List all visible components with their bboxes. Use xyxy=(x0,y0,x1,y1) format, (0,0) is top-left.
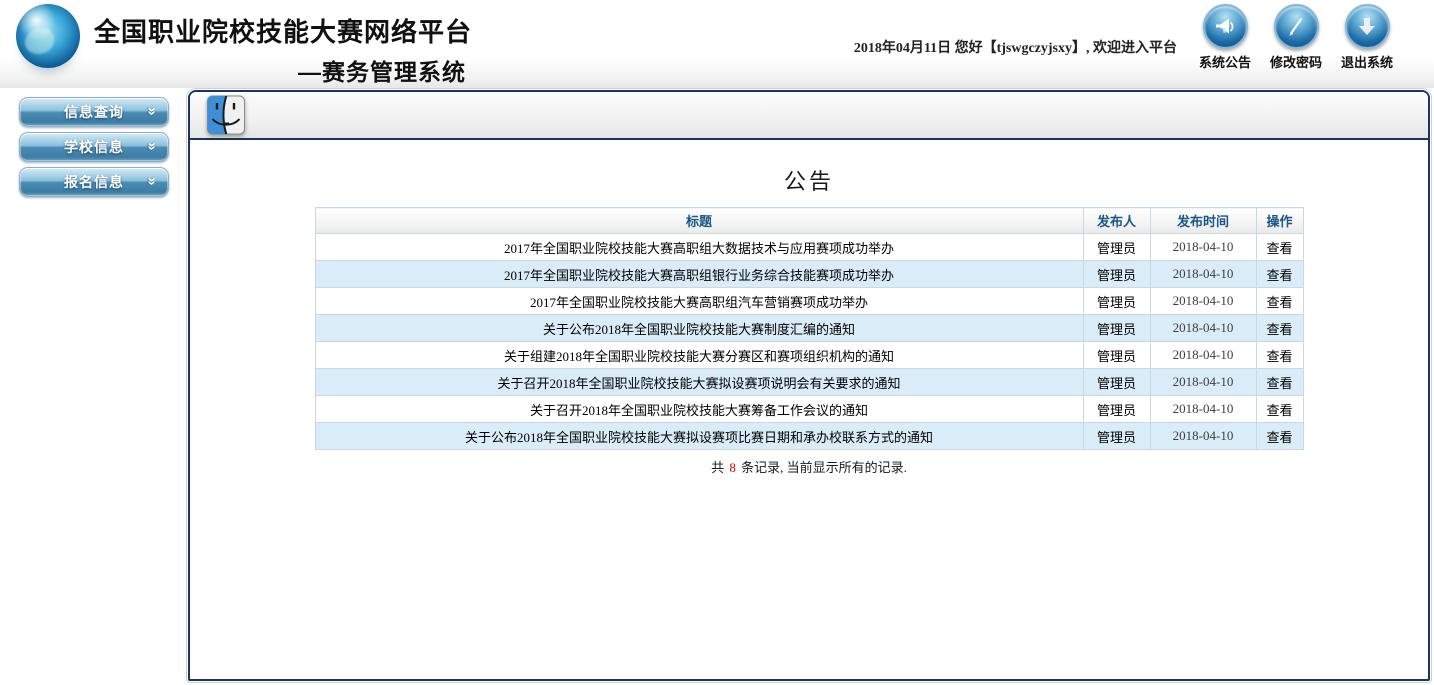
system-announcement-label: 系统公告 xyxy=(1199,52,1251,71)
view-link[interactable]: 查看 xyxy=(1256,234,1303,261)
pen-icon xyxy=(1274,4,1319,49)
table-row: 2017年全国职业院校技能大赛高职组汽车营销赛项成功举办 管理员 2018-04… xyxy=(315,288,1303,315)
announcement-publisher: 管理员 xyxy=(1083,396,1150,423)
announcement-title: 关于召开2018年全国职业院校技能大赛拟设赛项说明会有关要求的通知 xyxy=(315,369,1083,396)
sidebar-item-school-info[interactable]: 学校信息 » xyxy=(19,132,169,162)
table-header-row: 标题 发布人 发布时间 操作 xyxy=(315,208,1303,234)
finder-face-icon xyxy=(206,94,246,136)
view-link[interactable]: 查看 xyxy=(1256,342,1303,369)
page: 全国职业院校技能大赛网络平台 —赛务管理系统 2018年04月11日 您好【tj… xyxy=(0,0,1434,685)
table-row: 2017年全国职业院校技能大赛高职组银行业务综合技能赛项成功举办 管理员 201… xyxy=(315,261,1303,288)
column-header-publish-time: 发布时间 xyxy=(1150,208,1256,234)
announcement-date: 2018-04-10 xyxy=(1150,288,1256,315)
announcement-date: 2018-04-10 xyxy=(1150,261,1256,288)
announcement-table: 标题 发布人 发布时间 操作 2017年全国职业院校技能大赛高职组大数据技术与应… xyxy=(315,207,1304,450)
main-panel: 公告 标题 发布人 发布时间 操作 2017年全国职业院校技能大赛高职组大数据技… xyxy=(188,90,1430,681)
sidebar-item-label: 学校信息 xyxy=(64,137,124,157)
table-row: 关于召开2018年全国职业院校技能大赛拟设赛项说明会有关要求的通知 管理员 20… xyxy=(315,369,1303,396)
megaphone-icon xyxy=(1203,4,1248,49)
announcement-publisher: 管理员 xyxy=(1083,261,1150,288)
announcement-title: 关于公布2018年全国职业院校技能大赛制度汇编的通知 xyxy=(315,315,1083,342)
view-link[interactable]: 查看 xyxy=(1256,261,1303,288)
records-count: 8 xyxy=(727,460,738,475)
column-header-operation: 操作 xyxy=(1256,208,1303,234)
table-row: 关于公布2018年全国职业院校技能大赛制度汇编的通知 管理员 2018-04-1… xyxy=(315,315,1303,342)
announcement-title: 关于组建2018年全国职业院校技能大赛分赛区和赛项组织机构的通知 xyxy=(315,342,1083,369)
announcement-date: 2018-04-10 xyxy=(1150,423,1256,450)
sidebar: 信息查询 » 学校信息 » 报名信息 » xyxy=(0,88,188,685)
announcement-date: 2018-04-10 xyxy=(1150,315,1256,342)
announcement-section: 公告 标题 发布人 发布时间 操作 2017年全国职业院校技能大赛高职组大数据技… xyxy=(190,164,1428,476)
announcement-publisher: 管理员 xyxy=(1083,315,1150,342)
records-suffix: 条记录, 当前显示所有的记录. xyxy=(738,460,907,475)
announcement-date: 2018-04-10 xyxy=(1150,234,1256,261)
change-password-button[interactable]: 修改密码 xyxy=(1263,4,1329,71)
view-link[interactable]: 查看 xyxy=(1256,423,1303,450)
app-title-line1: 全国职业院校技能大赛网络平台 xyxy=(94,12,466,49)
globe-logo-icon xyxy=(16,4,80,68)
page-title: 公告 xyxy=(190,164,1428,196)
view-link[interactable]: 查看 xyxy=(1256,315,1303,342)
table-row: 关于公布2018年全国职业院校技能大赛拟设赛项比赛日期和承办校联系方式的通知 管… xyxy=(315,423,1303,450)
sidebar-item-info-query[interactable]: 信息查询 » xyxy=(19,97,169,127)
view-link[interactable]: 查看 xyxy=(1256,396,1303,423)
announcement-title: 2017年全国职业院校技能大赛高职组银行业务综合技能赛项成功举办 xyxy=(315,261,1083,288)
chevron-down-icon: » xyxy=(143,142,160,150)
announcement-title: 关于公布2018年全国职业院校技能大赛拟设赛项比赛日期和承办校联系方式的通知 xyxy=(315,423,1083,450)
announcement-publisher: 管理员 xyxy=(1083,234,1150,261)
announcement-publisher: 管理员 xyxy=(1083,288,1150,315)
exit-system-label: 退出系统 xyxy=(1341,52,1393,71)
welcome-text: 2018年04月11日 您好【tjswgczyjsxy】, 欢迎进入平台 xyxy=(854,37,1177,57)
table-row: 关于组建2018年全国职业院校技能大赛分赛区和赛项组织机构的通知 管理员 201… xyxy=(315,342,1303,369)
column-header-publisher: 发布人 xyxy=(1083,208,1150,234)
announcement-title: 2017年全国职业院校技能大赛高职组汽车营销赛项成功举办 xyxy=(315,288,1083,315)
column-header-title: 标题 xyxy=(315,208,1083,234)
app-title-line2: —赛务管理系统 xyxy=(94,53,466,87)
sidebar-item-label: 信息查询 xyxy=(64,102,124,122)
announcement-date: 2018-04-10 xyxy=(1150,342,1256,369)
arrow-down-icon xyxy=(1345,4,1390,49)
sidebar-item-label: 报名信息 xyxy=(64,172,124,192)
announcement-date: 2018-04-10 xyxy=(1150,396,1256,423)
records-prefix: 共 xyxy=(711,460,727,475)
exit-system-button[interactable]: 退出系统 xyxy=(1334,4,1400,71)
announcement-publisher: 管理员 xyxy=(1083,423,1150,450)
announcement-title: 关于召开2018年全国职业院校技能大赛筹备工作会议的通知 xyxy=(315,396,1083,423)
table-row: 关于召开2018年全国职业院校技能大赛筹备工作会议的通知 管理员 2018-04… xyxy=(315,396,1303,423)
announcement-title: 2017年全国职业院校技能大赛高职组大数据技术与应用赛项成功举办 xyxy=(315,234,1083,261)
announcement-publisher: 管理员 xyxy=(1083,342,1150,369)
chevron-down-icon: » xyxy=(143,107,160,115)
announcement-publisher: 管理员 xyxy=(1083,369,1150,396)
view-link[interactable]: 查看 xyxy=(1256,288,1303,315)
chevron-down-icon: » xyxy=(143,177,160,185)
brand-title: 全国职业院校技能大赛网络平台 —赛务管理系统 xyxy=(94,12,466,87)
records-summary: 共 8 条记录, 当前显示所有的记录. xyxy=(190,457,1428,476)
header: 全国职业院校技能大赛网络平台 —赛务管理系统 2018年04月11日 您好【tj… xyxy=(0,0,1434,88)
toolbar xyxy=(190,92,1428,140)
table-row: 2017年全国职业院校技能大赛高职组大数据技术与应用赛项成功举办 管理员 201… xyxy=(315,234,1303,261)
system-announcement-button[interactable]: 系统公告 xyxy=(1192,4,1258,71)
header-actions: 2018年04月11日 您好【tjswgczyjsxy】, 欢迎进入平台 系统公… xyxy=(854,4,1400,71)
sidebar-item-registration-info[interactable]: 报名信息 » xyxy=(19,167,169,197)
change-password-label: 修改密码 xyxy=(1270,52,1322,71)
view-link[interactable]: 查看 xyxy=(1256,369,1303,396)
announcement-date: 2018-04-10 xyxy=(1150,369,1256,396)
